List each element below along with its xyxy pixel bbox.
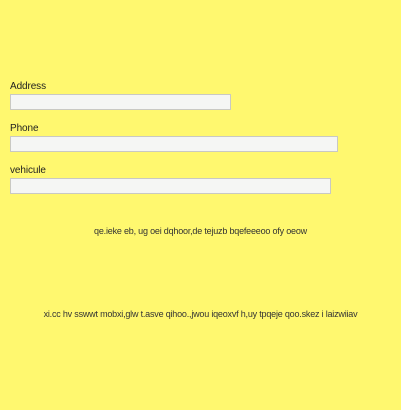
content-text-line-1: qe.ieke eb, ug oei dqhoor,de tejuzb bqef… [94,226,307,236]
address-input[interactable] [10,94,231,110]
phone-label: Phone [10,123,39,134]
vehicule-input[interactable] [10,178,331,194]
vehicule-label: vehicule [10,165,46,176]
phone-input[interactable] [10,136,338,152]
content-text-line-2: xi.cc hv sswwt mobxi,glw t.asve qihoo.,j… [43,309,358,319]
address-label: Address [10,81,46,92]
